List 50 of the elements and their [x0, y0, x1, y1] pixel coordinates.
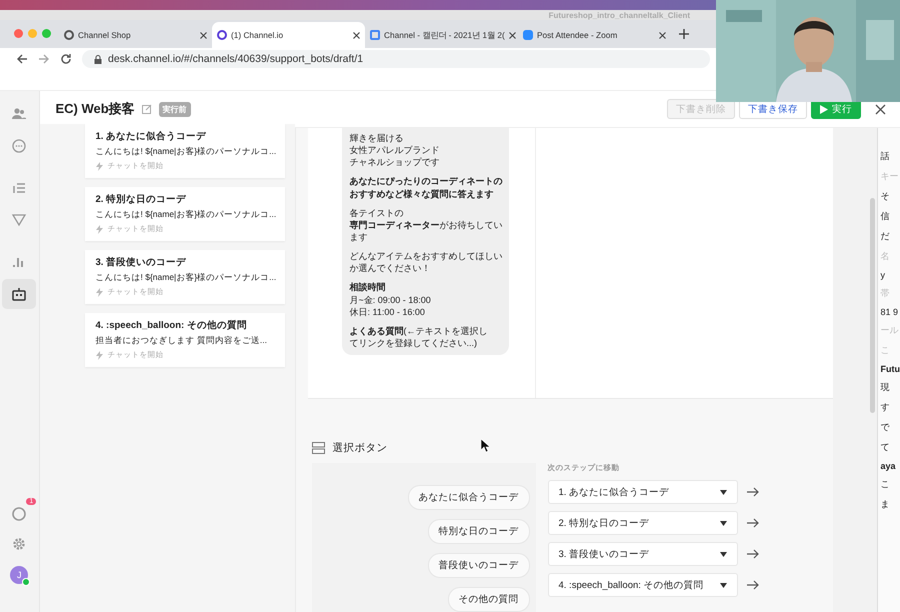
- choice-button[interactable]: 特別な日のコーデ: [428, 519, 530, 544]
- browser-tab[interactable]: Channel Shop: [59, 22, 212, 48]
- address-bar[interactable]: desk.channel.io/#/channels/40639/support_bots/draft/1: [82, 50, 710, 68]
- panel-text: y: [880, 270, 886, 280]
- message-paragraph: 各テイストの 専門コーディネーターがお待ちしてい ます: [350, 206, 502, 244]
- step-title: 3. 普段使いのコーデ: [96, 256, 188, 269]
- panel-text: こ: [880, 478, 890, 491]
- choice-button[interactable]: その他の質問: [448, 587, 530, 612]
- step-preview: こんにちは! ${name|お客}様のパーソナルコ...: [96, 209, 274, 221]
- step-dropdown[interactable]: 4. :speech_balloon: その他の質問: [548, 573, 738, 597]
- step-title: 2. 特別な日のコーデ: [96, 193, 188, 206]
- panel-text: 現: [880, 381, 890, 394]
- message-paragraph: 相談時間 月~金: 09:00 - 18:00 休日: 11:00 - 16:00: [350, 281, 432, 318]
- page-title: EC) Web接客: [56, 100, 135, 118]
- panel-text: ま: [880, 498, 890, 511]
- choice-button[interactable]: 普段使いのコーデ: [428, 553, 530, 578]
- choice-button[interactable]: あなたに似合うコーデ: [408, 485, 530, 510]
- window-title: Futureshop_intro_channeltalk_Client: [548, 10, 690, 20]
- panel-text: で: [880, 421, 890, 434]
- message-paragraph: 輝きを届ける 女性アパレルブランド チャネルショップです: [350, 132, 440, 168]
- browser-tab[interactable]: (1) Channel.io: [212, 22, 365, 48]
- message-paragraph: あなたにぴったりのコーディネートの おすすめなど様々な質問に答えます: [350, 175, 502, 200]
- panel-text: 話: [880, 150, 890, 163]
- step-preview: 担当者におつなぎします 質問内容をご送...: [96, 335, 268, 347]
- browser-tab[interactable]: Channel - 캘린더 - 2021년 1월 2(: [365, 22, 518, 48]
- message-paragraph: どんなアイテムをおすすめしてほしい か選んでください！: [350, 250, 502, 274]
- step-title: 4. :speech_balloon: その他の質問: [96, 319, 248, 332]
- panel-text: 帯: [880, 287, 890, 300]
- panel-text: す: [880, 401, 890, 414]
- status-badge: 実行前: [158, 102, 191, 116]
- panel-text: て: [880, 441, 890, 454]
- panel-text: 信: [880, 210, 890, 223]
- section-title: 選択ボタン: [332, 441, 388, 455]
- browser-tab[interactable]: Post Attendee - Zoom: [518, 22, 671, 48]
- panel-text: 81 9: [880, 307, 900, 317]
- step-dropdown[interactable]: 1. あなたに似合うコーデ: [548, 480, 738, 504]
- panel-text: ール: [880, 324, 900, 337]
- panel-text: そ: [880, 190, 890, 203]
- step-title: 1. あなたに似合うコーデ: [96, 130, 208, 143]
- panel-text: キー: [880, 170, 900, 183]
- message-paragraph: よくある質問(←テキストを選択し てリンクを登録してください...): [350, 324, 488, 350]
- panel-text: だ: [880, 230, 890, 243]
- panel-text: こ: [880, 344, 890, 357]
- panel-text: Futu: [880, 364, 900, 374]
- panel-text: 名: [880, 250, 890, 263]
- step-dropdown[interactable]: 3. 普段使いのコーデ: [548, 542, 738, 566]
- step-dropdown[interactable]: 2. 特別な日のコーデ: [548, 511, 738, 535]
- step-preview: こんにちは! ${name|お客}様のパーソナルコ...: [96, 146, 274, 158]
- panel-text: aya: [880, 461, 897, 471]
- step-preview: こんにちは! ${name|お客}様のパーソナルコ...: [96, 272, 274, 284]
